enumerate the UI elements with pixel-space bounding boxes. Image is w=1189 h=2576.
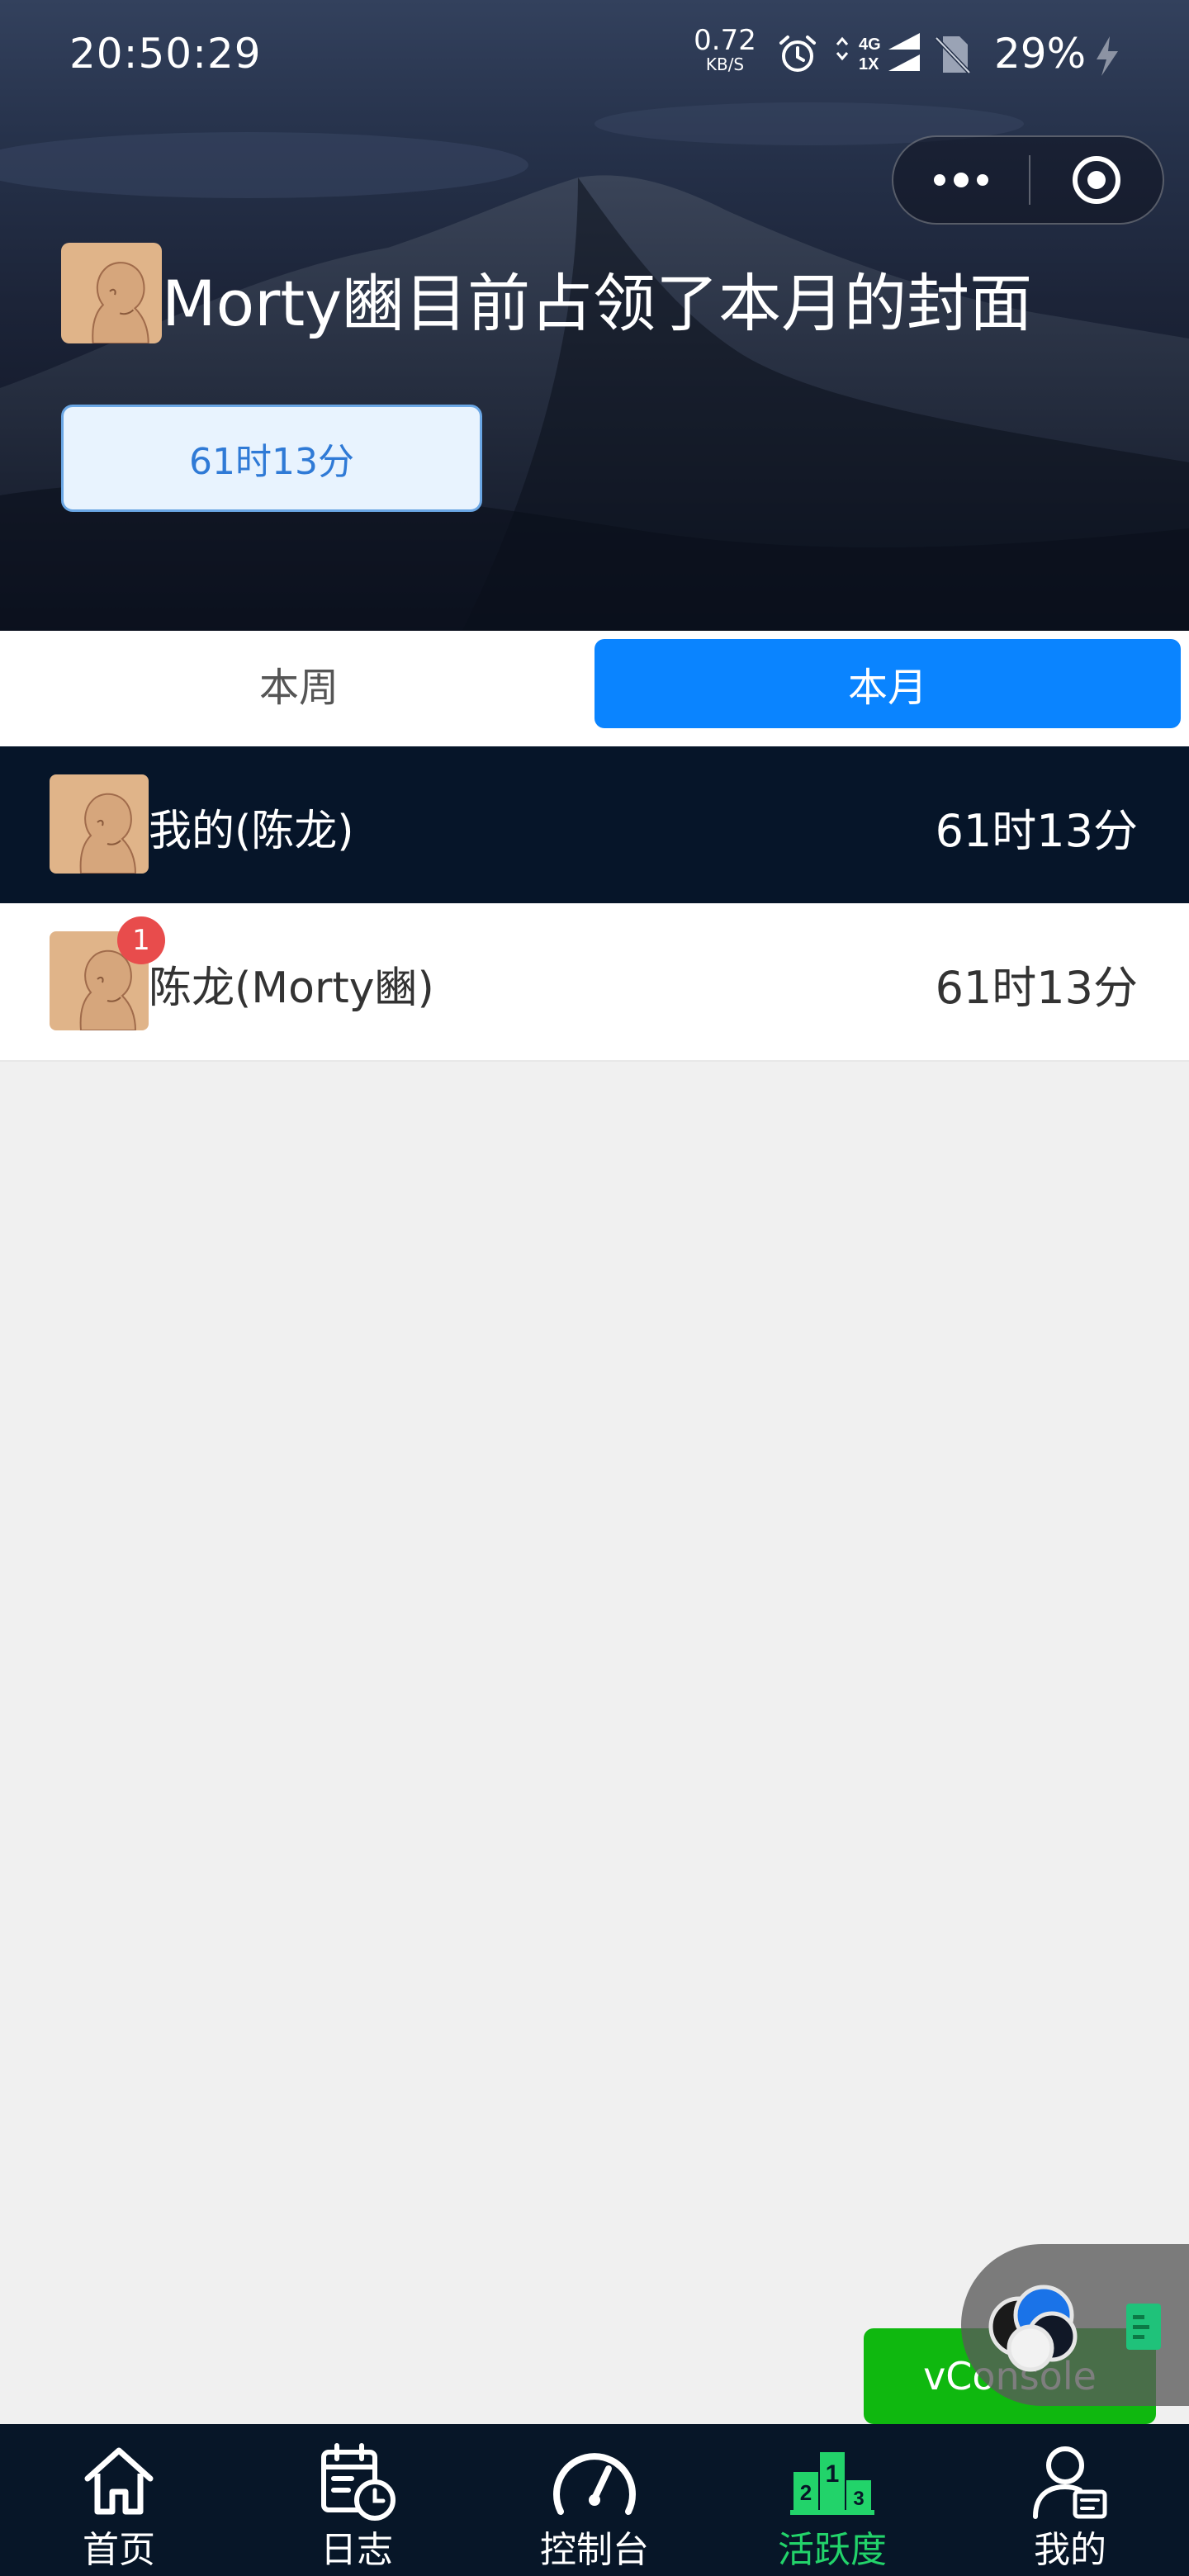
- signal-1x-label: 1X: [859, 55, 879, 73]
- close-miniprogram-button[interactable]: [1030, 137, 1163, 223]
- nav-console[interactable]: 控制台: [476, 2424, 713, 2576]
- cover-avatar[interactable]: [61, 243, 162, 343]
- nav-home[interactable]: 首页: [0, 2424, 238, 2576]
- floating-assistant-ball[interactable]: [961, 2244, 1189, 2406]
- period-tabs: 本周 本月: [0, 631, 1189, 746]
- more-button[interactable]: [893, 137, 1029, 223]
- mini-program-capsule: [892, 135, 1164, 225]
- nav-profile[interactable]: 我的: [951, 2424, 1189, 2576]
- signal-icon: 4G 1X: [834, 31, 921, 81]
- nav-log[interactable]: 日志: [238, 2424, 476, 2576]
- network-speed-value: 0.72: [694, 24, 756, 57]
- battery-percent: 29%: [994, 30, 1087, 78]
- assistant-logo-icon: [988, 2285, 1161, 2372]
- tab-this-month[interactable]: 本月: [594, 639, 1181, 728]
- podium-icon: 2 1 3: [790, 2452, 874, 2515]
- more-dots-icon: [934, 173, 988, 187]
- nav-profile-label: 我的: [1034, 2529, 1106, 2571]
- status-bar: 20:50:29 0.72 KB/S 4G 1X 29%: [0, 0, 1189, 116]
- avatar-portrait: [61, 243, 162, 343]
- nav-home-label: 首页: [83, 2529, 155, 2571]
- cover-header: 20:50:29 0.72 KB/S 4G 1X 29% Morty豳目前占领了…: [0, 0, 1189, 631]
- cover-title: Morty豳目前占领了本月的封面: [162, 267, 1033, 340]
- avatar-portrait: [50, 774, 149, 874]
- tab-this-week[interactable]: 本周: [3, 639, 594, 728]
- charging-icon: [1092, 35, 1121, 81]
- nav-log-label: 日志: [320, 2529, 393, 2571]
- no-sim-icon: [933, 33, 971, 79]
- user-name: 陈龙(Morty豳): [149, 964, 434, 1013]
- nav-activity-label: 活跃度: [778, 2529, 887, 2571]
- my-ranking-row[interactable]: 我的(陈龙) 61时13分: [0, 746, 1189, 906]
- calendar-clock-icon: [321, 2443, 396, 2521]
- svg-text:2: 2: [800, 2480, 812, 2505]
- network-speed-unit: KB/S: [705, 54, 745, 74]
- cover-duration-badge[interactable]: 61时13分: [61, 405, 482, 512]
- target-icon: [1073, 156, 1120, 204]
- speedometer-icon: [553, 2453, 636, 2515]
- list-item[interactable]: 1 陈龙(Morty豳) 61时13分: [0, 903, 1189, 1062]
- status-time: 20:50:29: [69, 30, 262, 78]
- avatar: [50, 774, 149, 874]
- my-name: 我的(陈龙): [149, 807, 354, 856]
- nav-console-label: 控制台: [540, 2529, 649, 2571]
- nav-activity[interactable]: 2 1 3 活跃度: [713, 2424, 951, 2576]
- network-speed: 0.72 KB/S: [692, 26, 758, 73]
- signal-4g-label: 4G: [859, 36, 881, 54]
- svg-text:3: 3: [853, 2488, 864, 2510]
- my-duration: 61时13分: [935, 805, 1138, 857]
- svg-text:1: 1: [826, 2460, 840, 2488]
- home-icon: [84, 2447, 154, 2515]
- user-duration: 61时13分: [935, 962, 1138, 1014]
- alarm-icon: [776, 33, 819, 79]
- profile-icon: [1033, 2446, 1107, 2519]
- bottom-tab-bar: 首页 日志 控制台 2 1 3 活跃度 我的: [0, 2424, 1189, 2576]
